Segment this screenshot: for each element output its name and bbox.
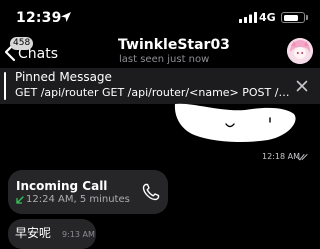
status-time: 12:39 — [16, 10, 62, 26]
battery-cap — [306, 15, 308, 20]
phone-icon[interactable] — [142, 183, 160, 201]
avatar[interactable] — [287, 38, 313, 64]
call-title: Incoming Call — [16, 179, 108, 193]
chat-title[interactable]: TwinkleStar03 — [118, 37, 230, 53]
pinned-accent-bar — [4, 72, 6, 100]
incoming-arrow-icon — [16, 196, 24, 204]
message-timestamp: 9:13 AM — [62, 230, 95, 239]
call-detail: 12:24 AM, 5 minutes — [26, 194, 130, 205]
pinned-title: Pinned Message — [15, 70, 112, 84]
battery-icon — [281, 12, 305, 23]
network-type: 4G — [259, 11, 276, 24]
last-seen-status: last seen just now — [119, 54, 210, 65]
read-receipt-icon — [297, 153, 308, 161]
cellular-signal-icon — [239, 12, 257, 23]
location-arrow-icon — [61, 12, 71, 22]
message-timestamp: 12:18 AM — [262, 152, 300, 161]
close-icon[interactable] — [296, 80, 308, 92]
message-text: 早安呢 — [15, 226, 52, 240]
unread-badge: 458 — [10, 37, 34, 50]
sticker-image[interactable] — [170, 96, 300, 146]
